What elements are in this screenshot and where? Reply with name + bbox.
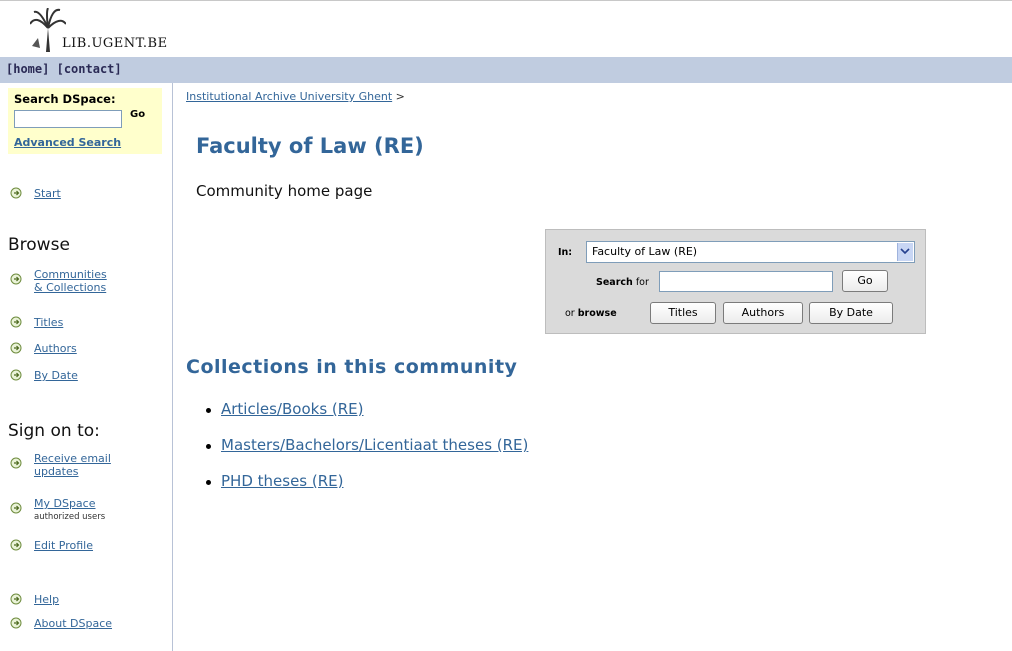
search-for-bold: Search [596, 277, 633, 288]
arrow-circle-icon [10, 502, 22, 514]
advanced-search-link[interactable]: Advanced Search [14, 136, 121, 149]
community-search-input[interactable] [659, 271, 833, 292]
collection-link[interactable]: Articles/Books (RE) [221, 400, 364, 418]
start-link[interactable]: Start [34, 187, 61, 200]
sidebar-item-authors[interactable]: Authors [10, 342, 77, 355]
browse-bydate-button[interactable]: By Date [809, 302, 893, 324]
site-logo[interactable]: LIB.UGENT.BE [30, 8, 250, 54]
bullet-icon [206, 408, 211, 413]
sidebar-item-edit-profile[interactable]: Edit Profile [10, 539, 93, 552]
arrow-circle-icon [10, 342, 22, 354]
arrow-circle-icon [10, 187, 22, 199]
sidebar-search-box: Search DSpace: Go Advanced Search [8, 88, 162, 154]
dropdown-arrow-icon [900, 248, 910, 255]
arrow-circle-icon [10, 593, 22, 605]
sidebar-item-bydate[interactable]: By Date [10, 369, 78, 382]
page-subtitle: Community home page [196, 182, 373, 200]
palm-logo-icon [30, 8, 66, 52]
my-dspace-wrap: My DSpace authorized users [34, 497, 105, 524]
breadcrumb: Institutional Archive University Ghent > [186, 90, 405, 103]
arrow-circle-icon [10, 369, 22, 381]
sidebar-item-receive-email[interactable]: Receive email updates [10, 452, 111, 478]
collection-link[interactable]: Masters/Bachelors/Licentiaat theses (RE) [221, 436, 528, 454]
contact-link[interactable]: [contact] [57, 62, 122, 76]
top-navbar: [home] [contact] [0, 57, 1012, 83]
receive-email-link-2[interactable]: updates [34, 465, 111, 478]
go-button[interactable]: Go [842, 270, 888, 292]
home-link[interactable]: [home] [6, 62, 49, 76]
top-border [0, 0, 1012, 1]
collections-heading: Collections in this community [186, 356, 518, 378]
bullet-icon [206, 444, 211, 449]
edit-profile-link[interactable]: Edit Profile [34, 539, 93, 552]
navbar-links: [home] [contact] [6, 62, 122, 76]
receive-email-link[interactable]: Receive email [34, 452, 111, 465]
authorized-users-note: authorized users [34, 512, 106, 522]
communities-link[interactable]: Communities [34, 268, 107, 281]
authors-link[interactable]: Authors [34, 342, 77, 355]
about-dspace-link[interactable]: About DSpace [34, 617, 112, 630]
sign-on-heading: Sign on to: [8, 421, 100, 441]
browse-authors-button[interactable]: Authors [723, 302, 803, 324]
sidebar-item-my-dspace[interactable]: My DSpace authorized users [10, 497, 105, 524]
list-item: Articles/Books (RE) [206, 400, 528, 436]
scope-select-value: Faculty of Law (RE) [592, 245, 698, 258]
arrow-circle-icon [10, 316, 22, 328]
page-title: Faculty of Law (RE) [196, 134, 424, 158]
browse-heading: Browse [8, 235, 70, 255]
or-browse-label: or browse [565, 308, 617, 319]
arrow-circle-icon [10, 273, 22, 285]
sidebar-item-help[interactable]: Help [10, 593, 59, 606]
collections-list: Articles/Books (RE) Masters/Bachelors/Li… [206, 400, 528, 508]
list-item: PHD theses (RE) [206, 472, 528, 508]
sidebar: Search DSpace: Go Advanced Search Start … [0, 83, 173, 651]
sidebar-item-start[interactable]: Start [10, 187, 61, 200]
in-label: In: [558, 247, 573, 258]
browse-text: browse [577, 308, 617, 319]
logo-text: LIB.UGENT.BE [62, 36, 168, 51]
collection-link[interactable]: PHD theses (RE) [221, 472, 344, 490]
community-search-panel: In: Faculty of Law (RE) Search for Go or… [545, 229, 926, 334]
sidebar-item-titles[interactable]: Titles [10, 316, 63, 329]
bydate-link[interactable]: By Date [34, 369, 78, 382]
breadcrumb-archive-link[interactable]: Institutional Archive University Ghent [186, 90, 392, 103]
receive-email-wrap: Receive email updates [34, 452, 111, 478]
communities-link-wrap: Communities & Collections [34, 268, 107, 294]
breadcrumb-separator: > [395, 90, 405, 103]
search-for-rest: for [635, 277, 649, 288]
browse-titles-button[interactable]: Titles [650, 302, 716, 324]
list-item: Masters/Bachelors/Licentiaat theses (RE) [206, 436, 528, 472]
sidebar-search-input[interactable] [14, 110, 122, 128]
my-dspace-link[interactable]: My DSpace [34, 497, 105, 510]
collections-link[interactable]: & Collections [34, 281, 107, 294]
or-text: or [565, 308, 575, 319]
sidebar-search-go-button[interactable]: Go [130, 109, 145, 120]
bullet-icon [206, 480, 211, 485]
titles-link[interactable]: Titles [34, 316, 63, 329]
scope-select[interactable]: Faculty of Law (RE) [586, 241, 915, 263]
arrow-circle-icon [10, 457, 22, 469]
search-for-label: Search for [596, 277, 649, 288]
chevron-down-icon[interactable] [897, 243, 913, 261]
sidebar-item-communities[interactable]: Communities & Collections [10, 268, 107, 294]
arrow-circle-icon [10, 539, 22, 551]
sidebar-item-about[interactable]: About DSpace [10, 617, 112, 630]
arrow-circle-icon [10, 617, 22, 629]
help-link[interactable]: Help [34, 593, 59, 606]
search-dspace-label: Search DSpace: [14, 92, 116, 106]
